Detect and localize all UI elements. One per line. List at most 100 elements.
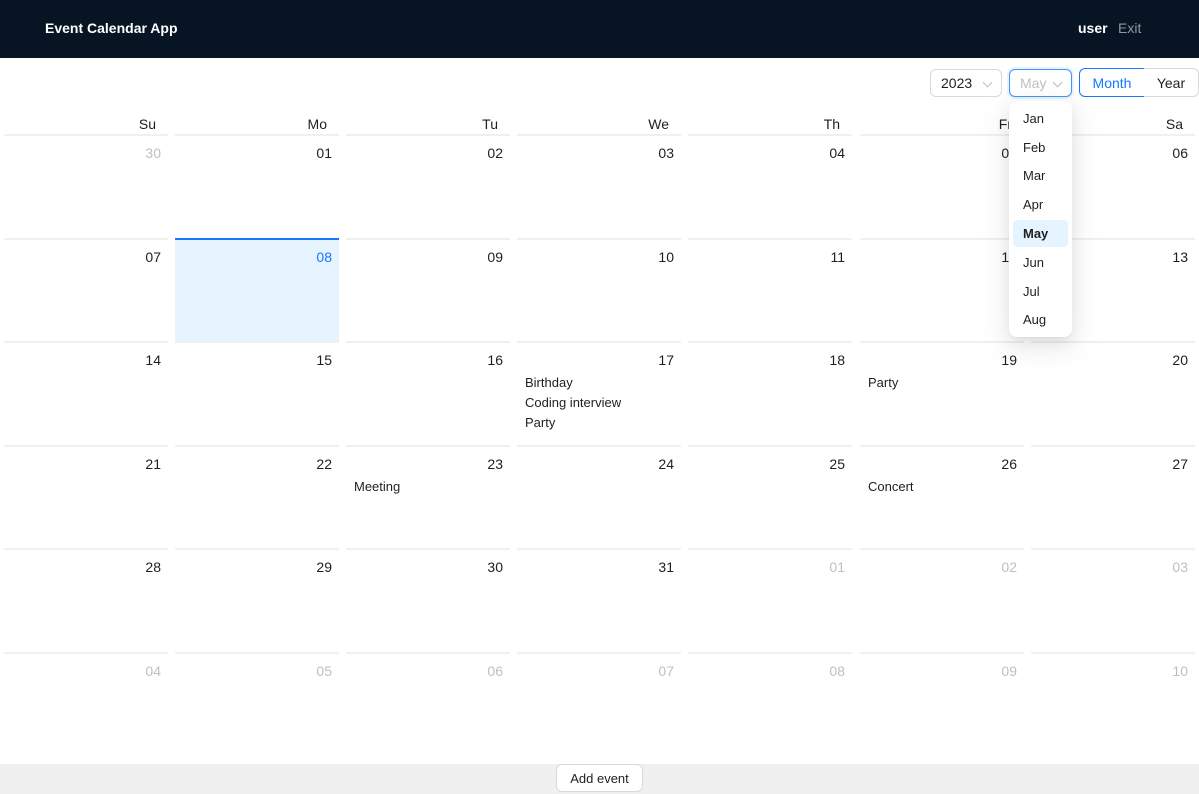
mode-year-button[interactable]: Year — [1144, 68, 1199, 97]
app-header: Event Calendar App user Exit — [0, 0, 1199, 58]
month-option-feb[interactable]: Feb — [1013, 134, 1068, 161]
calendar-day-cell[interactable]: 01 — [688, 548, 852, 651]
day-number: 07 — [658, 663, 674, 679]
calendar-day-cell[interactable]: 15 — [175, 341, 339, 444]
calendar-day-cell[interactable]: 21 — [4, 445, 168, 548]
day-number: 06 — [1172, 145, 1188, 161]
user-name: user — [1078, 20, 1108, 36]
calendar-day-cell[interactable]: 19 Party — [860, 341, 1024, 444]
add-event-button[interactable]: Add event — [556, 764, 643, 792]
calendar-day-cell[interactable]: 03 — [517, 134, 681, 237]
calendar-day-cell[interactable]: 20 — [1031, 341, 1195, 444]
month-select-value: May — [1020, 75, 1047, 91]
exit-link[interactable]: Exit — [1118, 20, 1141, 36]
calendar-day-cell[interactable]: 02 — [860, 548, 1024, 651]
calendar-day-cell[interactable]: 04 — [4, 652, 168, 755]
event-item[interactable]: Concert — [868, 477, 1018, 497]
calendar-day-cell[interactable]: 10 — [1031, 652, 1195, 755]
mode-month-button[interactable]: Month — [1079, 68, 1145, 97]
year-select-value: 2023 — [941, 75, 973, 91]
month-option-jul[interactable]: Jul — [1013, 278, 1068, 305]
event-list: Meeting — [354, 477, 504, 497]
weekday-label: Tu — [482, 116, 498, 132]
calendar-day-cell[interactable]: 05 — [860, 134, 1024, 237]
calendar-day-cell[interactable]: 01 — [175, 134, 339, 237]
day-number: 20 — [1172, 352, 1188, 368]
day-number: 07 — [145, 249, 161, 265]
event-item[interactable]: Coding interview — [525, 393, 675, 413]
calendar-day-cell[interactable]: 09 — [346, 238, 510, 341]
month-option-jan[interactable]: Jan — [1013, 105, 1068, 132]
day-number: 03 — [1172, 559, 1188, 575]
chevron-down-icon — [1052, 77, 1063, 88]
event-list: Birthday Coding interview Party — [525, 373, 675, 433]
day-number: 01 — [316, 145, 332, 161]
event-list: Party — [868, 373, 1018, 393]
calendar-day-cell[interactable]: 12 — [860, 238, 1024, 341]
weekday-label: Th — [823, 116, 840, 132]
calendar-day-cell[interactable]: 28 — [4, 548, 168, 651]
day-number: 04 — [829, 145, 845, 161]
day-number: 15 — [316, 352, 332, 368]
day-number: 13 — [1172, 249, 1188, 265]
weekday-label: Fr — [998, 116, 1012, 132]
weekday-label: Mo — [307, 116, 327, 132]
calendar-day-cell[interactable]: 29 — [175, 548, 339, 651]
calendar-day-cell[interactable]: 25 — [688, 445, 852, 548]
event-item[interactable]: Meeting — [354, 477, 504, 497]
month-select[interactable]: May — [1009, 69, 1072, 97]
calendar-day-cell[interactable]: 30 — [4, 134, 168, 237]
calendar-day-cell[interactable]: 05 — [175, 652, 339, 755]
weekday-label: We — [648, 116, 669, 132]
calendar-day-cell[interactable]: 26 Concert — [860, 445, 1024, 548]
calendar-day-cell[interactable]: 17 Birthday Coding interview Party — [517, 341, 681, 444]
day-number: 21 — [145, 456, 161, 472]
month-option-aug[interactable]: Aug — [1013, 306, 1068, 333]
day-number: 24 — [658, 456, 674, 472]
event-item[interactable]: Birthday — [525, 373, 675, 393]
event-item[interactable]: Party — [525, 413, 675, 433]
calendar-day-cell[interactable]: 11 — [688, 238, 852, 341]
event-list: Concert — [868, 477, 1018, 497]
day-number: 06 — [487, 663, 503, 679]
day-number: 09 — [487, 249, 503, 265]
year-select[interactable]: 2023 — [930, 69, 1002, 97]
calendar-day-cell[interactable]: 06 — [346, 652, 510, 755]
calendar-day-cell[interactable]: 23 Meeting — [346, 445, 510, 548]
day-number: 14 — [145, 352, 161, 368]
calendar-day-cell[interactable]: 22 — [175, 445, 339, 548]
calendar-day-cell[interactable]: 27 — [1031, 445, 1195, 548]
calendar-day-cell[interactable]: 07 — [517, 652, 681, 755]
calendar-day-cell[interactable]: 02 — [346, 134, 510, 237]
calendar-day-cell[interactable]: 18 — [688, 341, 852, 444]
day-number: 30 — [487, 559, 503, 575]
calendar-day-cell[interactable]: 03 — [1031, 548, 1195, 651]
calendar-day-cell[interactable]: 14 — [4, 341, 168, 444]
event-item[interactable]: Party — [868, 373, 1018, 393]
calendar-day-cell[interactable]: 08 — [688, 652, 852, 755]
day-number: 02 — [1001, 559, 1017, 575]
month-option-may[interactable]: May — [1013, 220, 1068, 247]
calendar-day-cell[interactable]: 16 — [346, 341, 510, 444]
day-number: 11 — [830, 249, 845, 265]
month-option-mar[interactable]: Mar — [1013, 162, 1068, 189]
month-option-apr[interactable]: Apr — [1013, 191, 1068, 218]
month-dropdown: Jan Feb Mar Apr May Jun Jul Aug — [1009, 101, 1072, 337]
app-title: Event Calendar App — [45, 20, 178, 36]
day-number: 02 — [487, 145, 503, 161]
day-number: 27 — [1172, 456, 1188, 472]
day-number: 17 — [658, 352, 674, 368]
day-number: 28 — [145, 559, 161, 575]
calendar-day-cell[interactable]: 31 — [517, 548, 681, 651]
chevron-down-icon — [982, 77, 993, 88]
calendar-day-cell[interactable]: 07 — [4, 238, 168, 341]
month-option-jun[interactable]: Jun — [1013, 249, 1068, 276]
calendar-day-cell[interactable]: 24 — [517, 445, 681, 548]
day-number: 26 — [1001, 456, 1017, 472]
calendar-day-cell[interactable]: 30 — [346, 548, 510, 651]
day-number: 05 — [316, 663, 332, 679]
calendar-day-cell[interactable]: 09 — [860, 652, 1024, 755]
calendar-day-cell-today[interactable]: 08 — [175, 238, 339, 341]
calendar-day-cell[interactable]: 10 — [517, 238, 681, 341]
calendar-day-cell[interactable]: 04 — [688, 134, 852, 237]
